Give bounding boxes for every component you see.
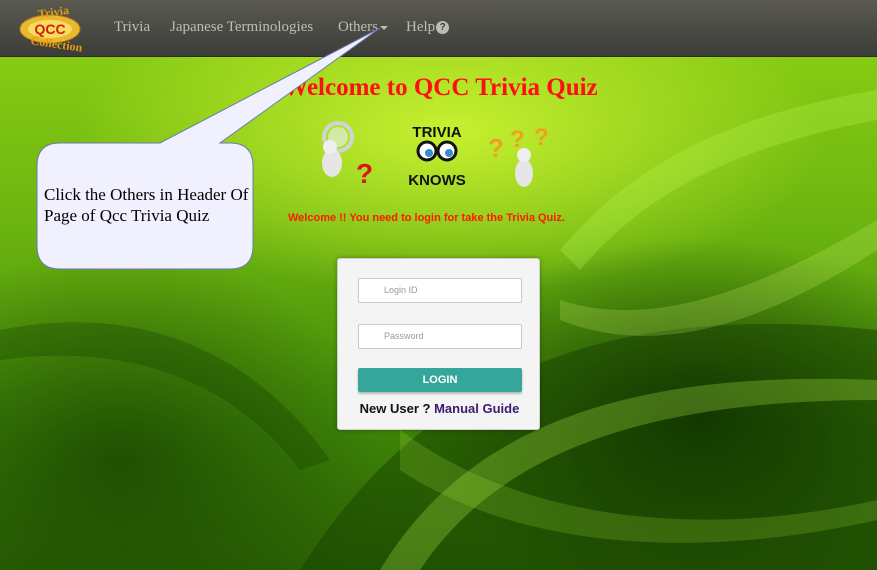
nav-trivia[interactable]: Trivia — [114, 19, 150, 36]
magnifier-figure-icon: ? — [322, 121, 373, 189]
page-title-text: Welcome to QCC Trivia Quiz — [283, 74, 598, 101]
new-user-text: New User ? — [359, 401, 431, 416]
nav-help[interactable]: Help? — [406, 19, 450, 36]
nav-others-dropdown[interactable]: Others — [338, 19, 388, 36]
nav-japanese-terminologies-label: Japanese Terminologies — [170, 19, 314, 35]
manual-guide-link[interactable]: Manual Guide — [434, 401, 519, 416]
new-user-row: New User ? Manual Guide — [338, 401, 541, 416]
logo-graphic: QCC Trivia Collection — [19, 3, 84, 55]
nav-others-label: Others — [338, 19, 378, 35]
password-input[interactable]: Password — [358, 324, 522, 349]
nav-trivia-label: Trivia — [114, 19, 151, 35]
login-required-message: Welcome !! You need to login for take th… — [288, 212, 565, 224]
svg-text:?: ? — [356, 158, 373, 189]
svg-text:?: ? — [488, 133, 504, 163]
sign-line1: TRIVIA — [412, 124, 461, 141]
top-navbar: QCC Trivia Collection Trivia Japanese Te… — [0, 0, 877, 57]
login-button[interactable]: LOGIN — [358, 368, 522, 392]
page-title: Welcome to QCC Trivia Quiz — [0, 74, 877, 102]
trivia-illustration: ? TRIVIA KNOWS ? ? ? — [322, 121, 549, 189]
nav-help-label: Help — [406, 19, 436, 35]
sign-line2: KNOWS — [408, 172, 466, 189]
question-circle-icon: ? — [436, 21, 450, 34]
nav-japanese-terminologies[interactable]: Japanese Terminologies — [170, 19, 313, 36]
question-marks-figure-icon: ? ? ? — [488, 124, 549, 187]
qcc-trivia-logo[interactable]: QCC Trivia Collection — [8, 3, 96, 55]
svg-text:?: ? — [534, 124, 549, 151]
trivia-knows-sign-icon: TRIVIA KNOWS — [408, 124, 466, 189]
caret-down-icon — [380, 25, 388, 30]
login-id-input[interactable]: Login ID — [358, 278, 522, 303]
login-form: Login ID Password LOGIN New User ? Manua… — [337, 258, 540, 430]
callout-text: Click the Others in Header Of Page of Qc… — [44, 185, 249, 225]
